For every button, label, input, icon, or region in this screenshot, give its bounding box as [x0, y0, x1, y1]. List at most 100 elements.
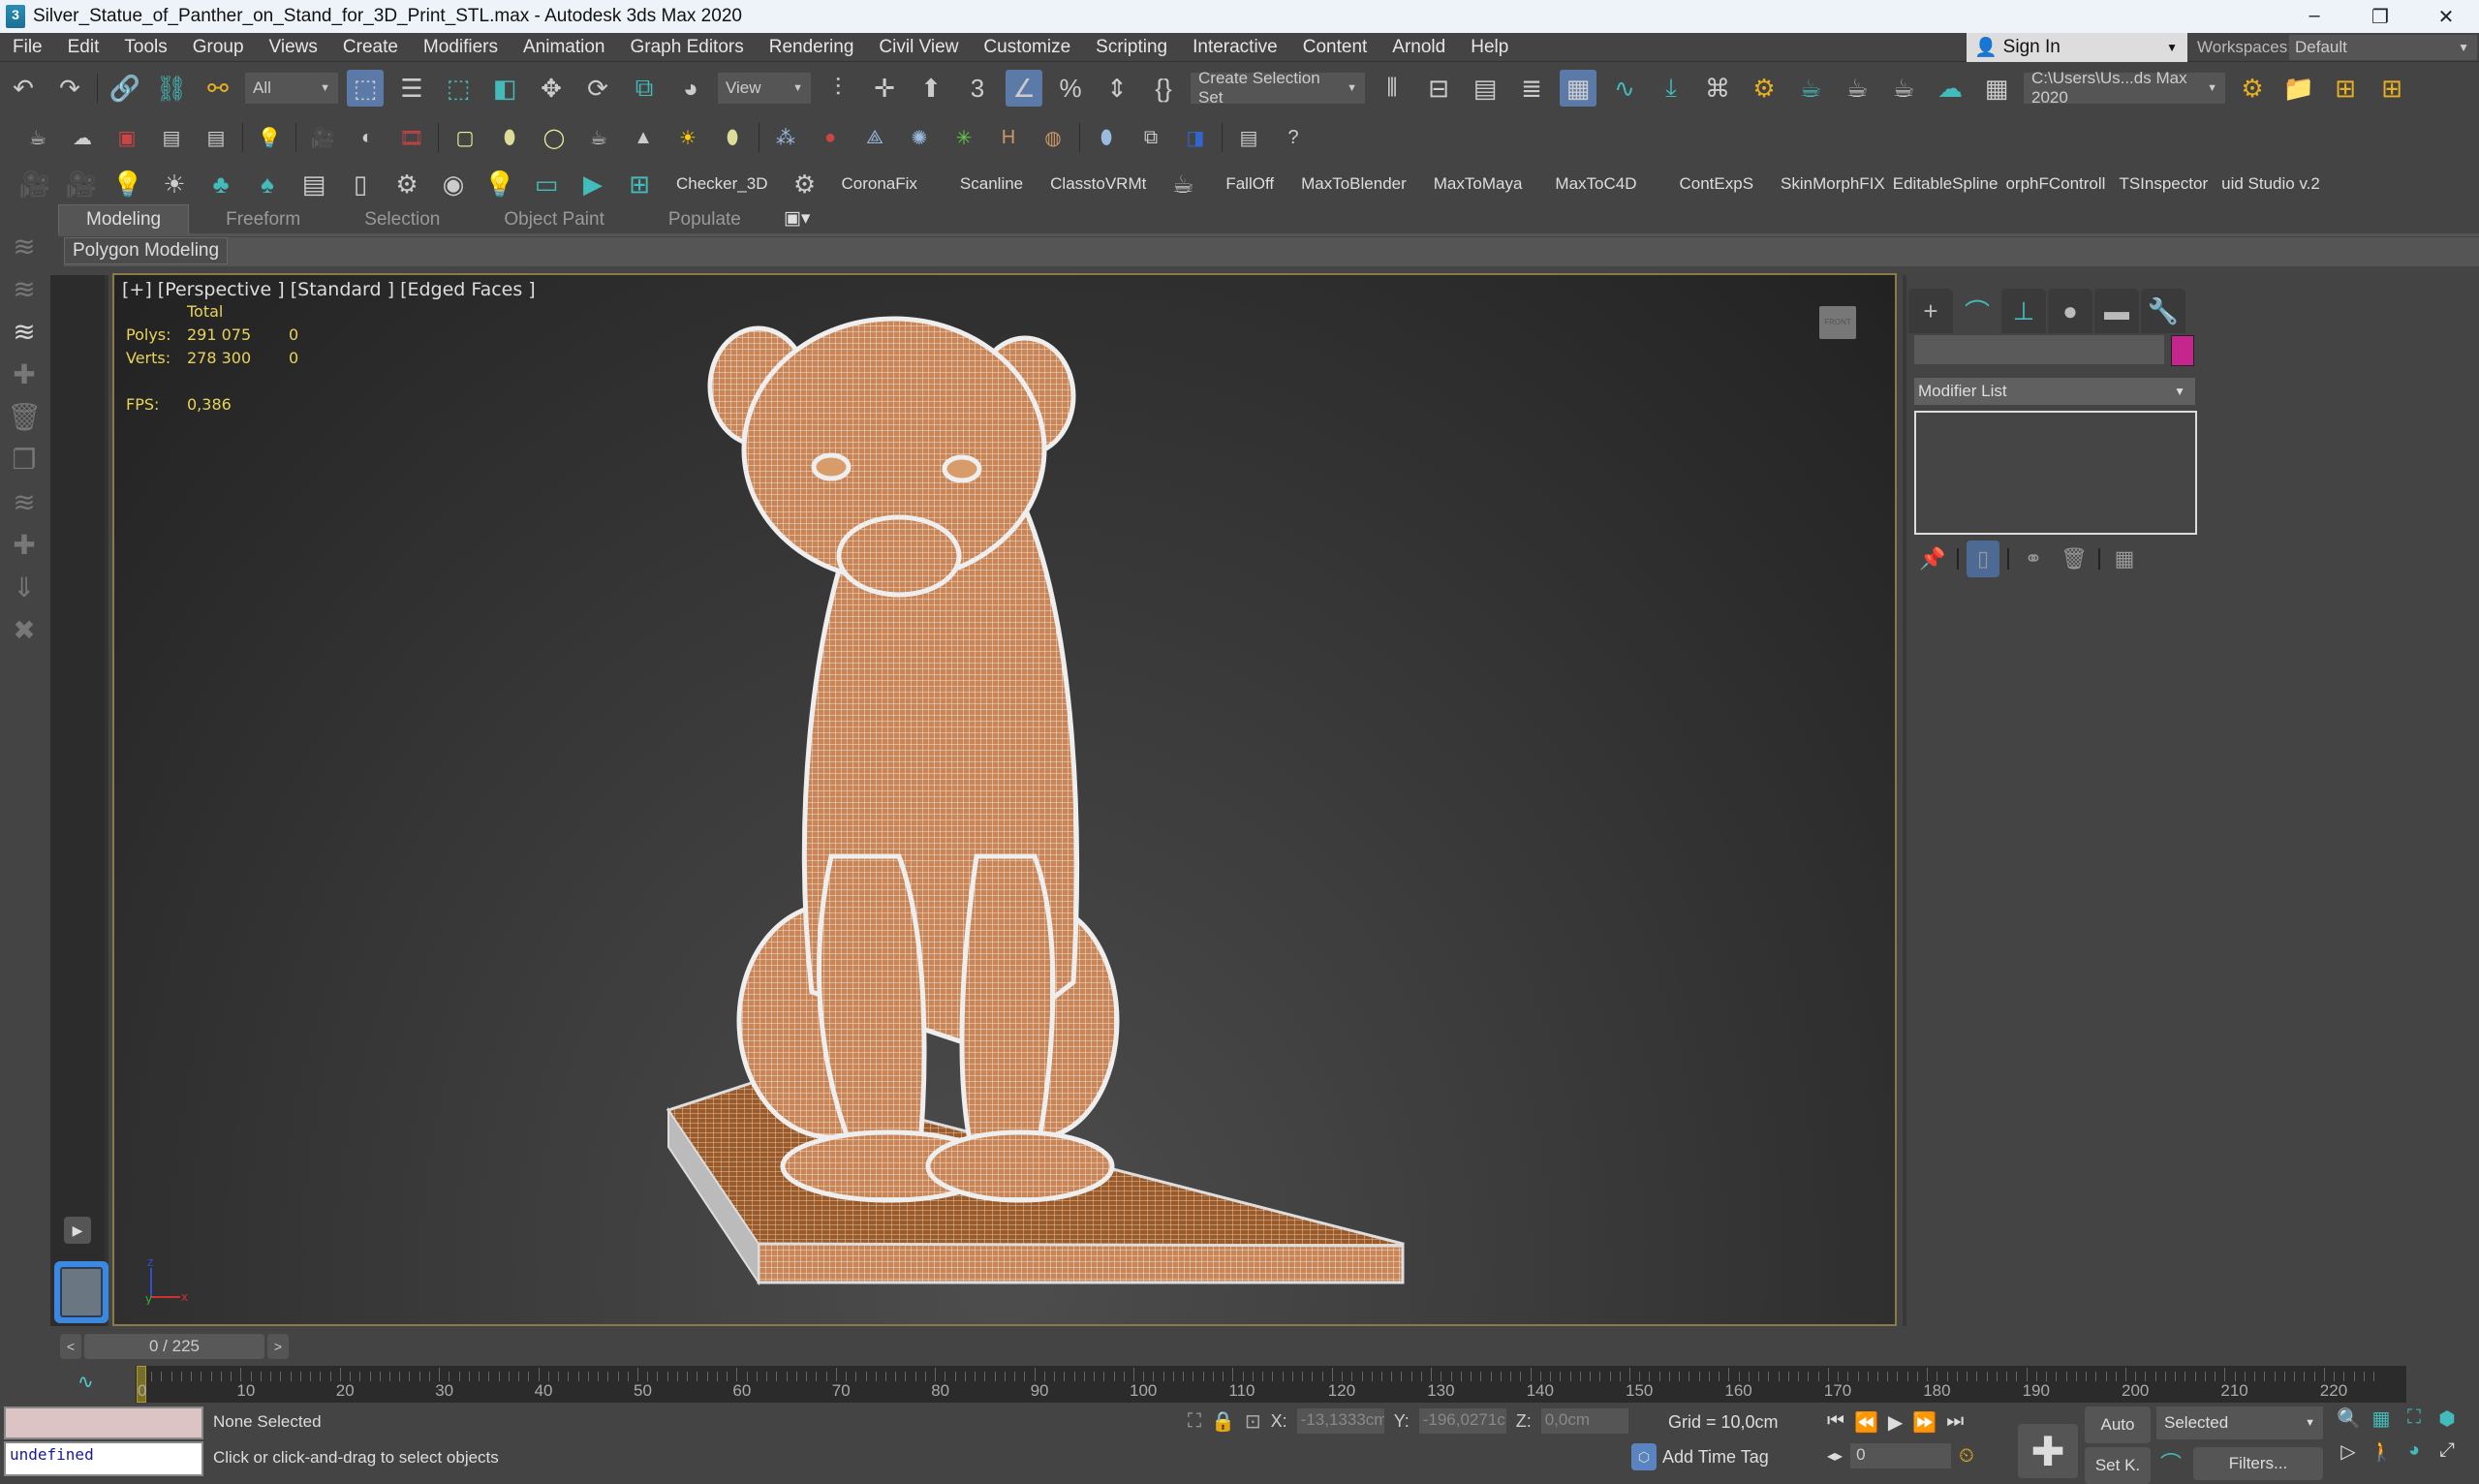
spinner-snap-icon[interactable]: ⇕ — [1099, 70, 1135, 107]
bulb-settings-icon[interactable]: 💡 — [481, 166, 518, 202]
layers-sphere-icon[interactable]: ◉ — [435, 166, 472, 202]
modifier-stack[interactable] — [1914, 411, 2197, 535]
tree-list-icon[interactable]: ▤ — [295, 166, 332, 202]
toggle-ribbon-icon[interactable]: ▦ — [1560, 70, 1596, 107]
viewport-label[interactable]: [+] [Perspective ] [Standard ] [Edged Fa… — [122, 279, 536, 300]
proxy-icon[interactable]: ● — [815, 122, 846, 153]
script-maxtoblender[interactable]: MaxToBlender — [1287, 174, 1420, 194]
material-icon[interactable]: ▣ — [111, 122, 142, 153]
maxscript-listener-output[interactable]: undefined — [4, 1441, 203, 1476]
script-editablespline[interactable]: EditableSpline — [1889, 174, 2002, 194]
project-structure-icon[interactable]: ⊞ — [2327, 70, 2364, 107]
script-coronafix[interactable]: CoronaFix — [828, 174, 931, 194]
orbit-icon[interactable]: ◕ — [2402, 1439, 2426, 1467]
add-to-layer-icon[interactable]: ✚ — [5, 525, 44, 564]
camera-target-icon[interactable]: ◐ — [352, 122, 383, 153]
zoom-all-icon[interactable]: ▦ — [2370, 1407, 2393, 1434]
play-icon[interactable]: ▶ — [1888, 1410, 1903, 1435]
z-coordinate-field[interactable]: 0,0cm — [1540, 1408, 1628, 1434]
render-frame-window-icon[interactable]: ☕ — [1839, 70, 1875, 107]
expand-viewport-layouts-button[interactable]: ▶ — [64, 1217, 91, 1244]
ribbon-options-icon[interactable]: ▣▾ — [778, 203, 817, 233]
object-color-swatch[interactable] — [2171, 335, 2194, 366]
mesh-light-icon[interactable]: ☕ — [583, 122, 614, 153]
undo-icon[interactable]: ↶ — [5, 70, 42, 107]
render-gallery-icon[interactable]: ▦ — [1978, 70, 2015, 107]
menu-edit[interactable]: Edit — [55, 37, 112, 58]
script-scanline[interactable]: Scanline — [931, 174, 1037, 194]
keyboard-shortcut-override-icon[interactable]: ⬆ — [913, 70, 949, 107]
script-morphfcontroller[interactable]: orphFControll — [2001, 174, 2109, 194]
time-config-icon[interactable]: ⏲ — [1959, 1445, 1974, 1468]
snaps-toggle-icon[interactable]: 3 — [959, 70, 996, 107]
project-hierarchy-icon[interactable]: ⊞ — [2373, 70, 2410, 107]
sign-in-button[interactable]: 👤 Sign In ▼ — [1967, 33, 2187, 62]
rectangular-selection-icon[interactable]: ⬚ — [440, 70, 477, 107]
window-icon[interactable]: ▭ — [528, 166, 565, 202]
rotate-icon[interactable]: ⟳ — [579, 70, 616, 107]
create-tab-icon[interactable]: + — [1908, 289, 1953, 333]
project-path-dropdown[interactable]: C:\Users\Us...ds Max 2020 ▼ — [2024, 69, 2225, 107]
menu-customize[interactable]: Customize — [971, 37, 1083, 58]
curve-editor-icon[interactable]: ∿ — [1606, 70, 1643, 107]
hair-icon[interactable]: H — [993, 122, 1024, 153]
time-slider-value[interactable]: 0 / 225 — [84, 1334, 264, 1359]
modifier-list-dropdown[interactable]: Modifier List ▼ — [1914, 378, 2195, 405]
menu-interactive[interactable]: Interactive — [1180, 37, 1290, 58]
tab-modeling[interactable]: Modeling — [58, 204, 190, 233]
merge-layer-icon[interactable]: ⇓ — [5, 568, 44, 606]
material-browser-icon[interactable]: ⧉ — [1135, 122, 1166, 153]
script-fluid-studio[interactable]: uid Studio v.2 — [2217, 174, 2324, 194]
layer-explorer-icon[interactable]: ≣ — [1513, 70, 1550, 107]
zoom-extents-icon[interactable]: ⛶ — [2402, 1407, 2426, 1434]
area-light-icon[interactable]: ▢ — [449, 122, 480, 153]
go-to-start-icon[interactable]: ⏮ — [1827, 1410, 1844, 1435]
light-lister-icon[interactable]: 💡 — [254, 122, 285, 153]
camera-film-icon[interactable]: 🎞 — [396, 122, 427, 153]
script-classtovrmt[interactable]: ClasstoVRMt — [1037, 174, 1160, 194]
object-name-field[interactable] — [1914, 335, 2164, 364]
next-frame-icon[interactable]: ⏩ — [1912, 1410, 1937, 1435]
render-production-icon[interactable]: ☕ — [1885, 70, 1922, 107]
bind-space-warp-icon[interactable]: ⚯ — [200, 70, 236, 107]
menu-scripting[interactable]: Scripting — [1083, 37, 1180, 58]
light-bulb-icon[interactable]: 💡 — [109, 166, 146, 202]
select-layer-icon[interactable]: ≋ — [5, 269, 44, 308]
add-time-tag[interactable]: ⬡ Add Time Tag — [1631, 1443, 1769, 1470]
absolute-mode-icon[interactable]: ⊡ — [1245, 1409, 1261, 1434]
minimize-button[interactable]: – — [2281, 5, 2347, 29]
list-icon[interactable]: ▤ — [156, 122, 187, 153]
rig-icon[interactable]: ⟁ — [859, 122, 890, 153]
maximize-button[interactable]: ❐ — [2347, 5, 2413, 29]
sphere-light-icon[interactable]: ⬮ — [717, 122, 748, 153]
tab-object-paint[interactable]: Object Paint — [477, 205, 632, 233]
menu-tools[interactable]: Tools — [111, 37, 179, 58]
remove-modifier-icon[interactable]: 🗑 — [2058, 541, 2091, 577]
zoom-icon[interactable]: 🔍 — [2337, 1407, 2361, 1434]
show-end-result-icon[interactable]: ▯ — [1967, 541, 1999, 577]
percent-snap-icon[interactable]: % — [1052, 70, 1089, 107]
motion-tab-icon[interactable]: ● — [2048, 289, 2092, 333]
layers-icon[interactable]: ≋ — [5, 227, 44, 265]
trees-icon[interactable]: ♣ — [202, 166, 239, 202]
window-crossing-icon[interactable]: ◧ — [486, 70, 523, 107]
select-by-name-icon[interactable]: ☰ — [393, 70, 430, 107]
time-tag-icon[interactable]: ⬡ — [1631, 1443, 1657, 1470]
walk-through-icon[interactable]: 🚶 — [2370, 1439, 2394, 1467]
isolate-selection-icon[interactable]: ⛶ — [1188, 1410, 1201, 1433]
script-maxtomaya[interactable]: MaxToMaya — [1420, 174, 1536, 194]
key-filter-dropdown[interactable]: Selected ▼ — [2156, 1407, 2323, 1439]
time-slider[interactable]: < 0 / 225 > — [60, 1333, 293, 1360]
angle-snap-icon[interactable]: ∠ — [1006, 70, 1042, 107]
utilities-tab-icon[interactable]: 🔧 — [2141, 289, 2185, 333]
y-coordinate-field[interactable]: -196,0271cm — [1418, 1408, 1506, 1434]
menu-arnold[interactable]: Arnold — [1379, 37, 1458, 58]
mirror-icon[interactable]: ⫴ — [1374, 70, 1410, 107]
fur-icon[interactable]: ✺ — [904, 122, 935, 153]
shape-icon[interactable]: ☁ — [67, 122, 98, 153]
omni-light-icon[interactable]: ⬮ — [494, 122, 525, 153]
script-tsinspector[interactable]: TSInspector — [2109, 174, 2217, 194]
close-button[interactable]: ✕ — [2413, 5, 2479, 29]
gear-icon[interactable]: ⚙ — [388, 166, 425, 202]
redo-icon[interactable]: ↷ — [51, 70, 88, 107]
